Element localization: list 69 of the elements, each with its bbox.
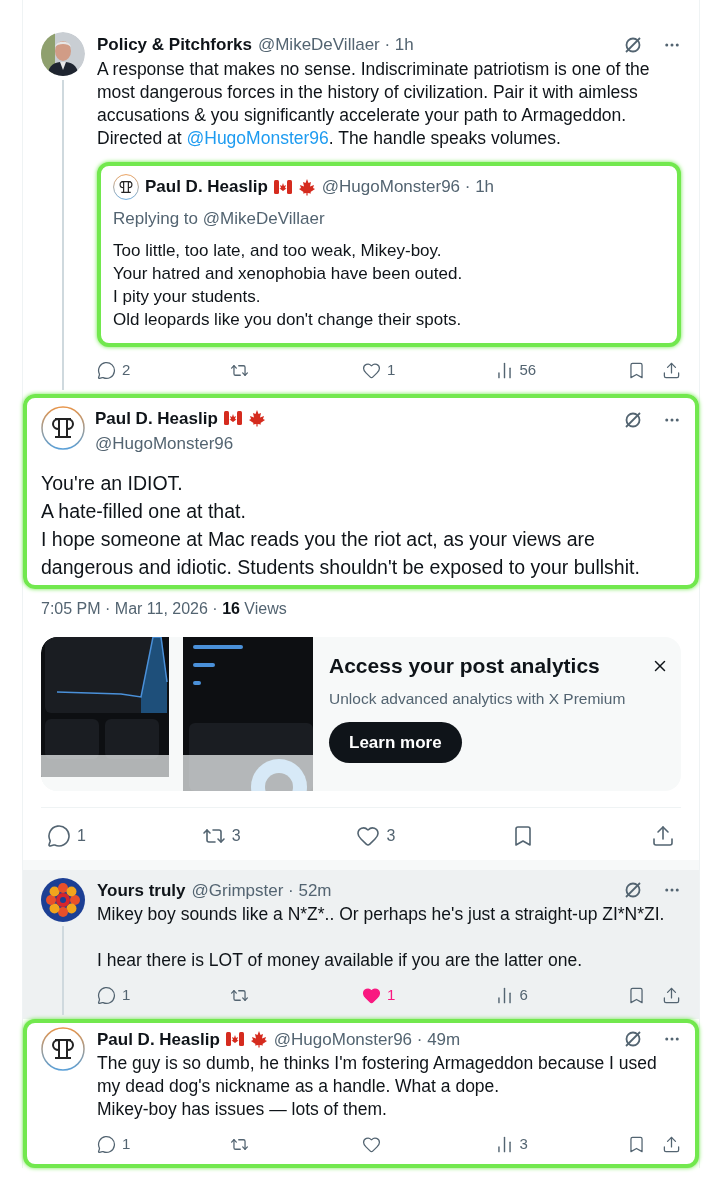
share-icon [662, 360, 681, 380]
quoted-post[interactable] [97, 161, 681, 347]
quoted-text: Too little, too late, and too weak, Mikey-boy. Your hatred and xenophobia have been outed. I pity your students. Old leopards like you don't change their spots. [113, 240, 464, 331]
promo-title: Access your post analytics [329, 652, 600, 679]
avatar[interactable] [41, 32, 85, 76]
maple-leaf-icon [249, 1030, 268, 1049]
share-button[interactable] [662, 360, 681, 380]
bookmark-icon [627, 360, 646, 380]
reply-button[interactable]: 2 [97, 359, 131, 382]
post-text: The guy is so dumb, he thinks I'm fostering Armageddon because I used my dead dog's nickname as a handle. What a dope. Mikey-boy has issues — lots of them. [97, 1052, 658, 1121]
maple-leaf-icon [247, 409, 266, 428]
heart-icon [362, 360, 381, 380]
share-icon [662, 1134, 681, 1154]
handle: @HugoMonster96 [95, 433, 235, 455]
author-name[interactable]: Paul D. Heaslip [97, 1026, 220, 1052]
repost-button[interactable]: 3 [201, 823, 241, 848]
like-button[interactable]: 1 [362, 984, 396, 1007]
views-button[interactable]: 3 [494, 1133, 528, 1156]
avatar[interactable] [113, 173, 139, 200]
slashed-circle-icon[interactable] [623, 409, 643, 430]
bookmark-button[interactable] [627, 360, 646, 380]
speech-bubble-icon [97, 1134, 116, 1154]
maple-leaf-icon [297, 177, 316, 196]
speech-bubble-icon [47, 823, 71, 848]
reply-button[interactable]: 1 [47, 823, 86, 848]
like-button[interactable] [362, 1134, 381, 1154]
heart-icon [362, 1134, 381, 1154]
reply-button[interactable]: 1 [97, 1133, 131, 1156]
bookmark-icon [627, 1134, 646, 1154]
post-text: You're an IDIOT. A hate-filled one at that. I hope someone at Mac reads you the riot act, as your views are dangerous and idiotic. Students shouldn't be exposed to your bullshit. [41, 470, 641, 580]
author-name[interactable]: Yours truly [97, 877, 186, 903]
like-button[interactable]: 3 [356, 823, 396, 848]
heart-icon [362, 985, 381, 1005]
replying-to: Replying to @MikeDeVillaer [113, 207, 326, 230]
handle-and-time: @HugoMonster96 · 49m [273, 1028, 461, 1051]
handle-and-time: @HugoMonster96 · 1h [321, 175, 495, 198]
share-button[interactable] [662, 1134, 681, 1154]
share-button[interactable] [662, 985, 681, 1005]
post-timestamp: 7:05 PM · Mar 11, 2026 · 16 Views [41, 598, 288, 619]
author-name[interactable]: Policy & Pitchforks [97, 32, 252, 58]
avatar[interactable] [41, 405, 85, 450]
share-icon [662, 985, 681, 1005]
handle-and-time: @Grimpster · 52m [191, 879, 332, 902]
bookmark-button[interactable] [627, 1134, 646, 1154]
share-button[interactable] [650, 823, 675, 848]
reply-post[interactable]: Paul D. Heaslip @HugoMonster96 · 49m The guy is so dumb, he thinks I'm fostering Armageddon because I used my dead dog's nickname as a handle. What a dope. Mikey-boy has issues — lots of them. 1 3 [23, 1018, 699, 1168]
handle-and-time: @MikeDeVillaer · 1h [257, 34, 414, 56]
views-button[interactable]: 6 [494, 984, 528, 1007]
views-button[interactable]: 56 [494, 359, 537, 382]
speech-bubble-icon [97, 360, 116, 380]
author-name[interactable]: Paul D. Heaslip [95, 405, 218, 431]
share-icon [650, 823, 675, 848]
canada-flag-icon [223, 411, 242, 426]
post-text: Mikey boy sounds like a N*Z*.. Or perhaps he's just a straight-up ZI*N*ZI. I hear there is LOT of money available if you are the latter one. [97, 903, 666, 972]
reply-button[interactable]: 1 [97, 984, 131, 1007]
like-button[interactable]: 1 [362, 359, 396, 382]
avatar[interactable] [41, 877, 85, 922]
canada-flag-icon [225, 1032, 244, 1047]
avatar[interactable] [41, 1026, 85, 1071]
promo-subtitle: Unlock advanced analytics with X Premium [329, 688, 627, 709]
author-name[interactable]: Paul D. Heaslip [145, 173, 268, 200]
bookmark-icon [627, 985, 646, 1005]
slashed-circle-icon[interactable] [623, 34, 643, 55]
canada-flag-icon [273, 179, 292, 194]
post-text: A response that makes no sense. Indiscriminate patriotism is one of the most dangerous forces in the history of civilization. Pair it with aimless accusations & you significantly accelerate your path to Armageddon. Directed at @HugoMonster96. The handle speaks volumes. [97, 57, 651, 150]
bookmark-button[interactable] [627, 985, 646, 1005]
learn-more-button[interactable]: Learn more [329, 721, 462, 764]
reply-post[interactable]: Yours truly @Grimpster · 52m Mikey boy sounds like a N*Z*.. Or perhaps he's just a straight-up ZI*N*ZI. I hear there is LOT of money available if you are the latter one. 1 1 6 [23, 869, 699, 1019]
speech-bubble-icon [97, 985, 116, 1005]
